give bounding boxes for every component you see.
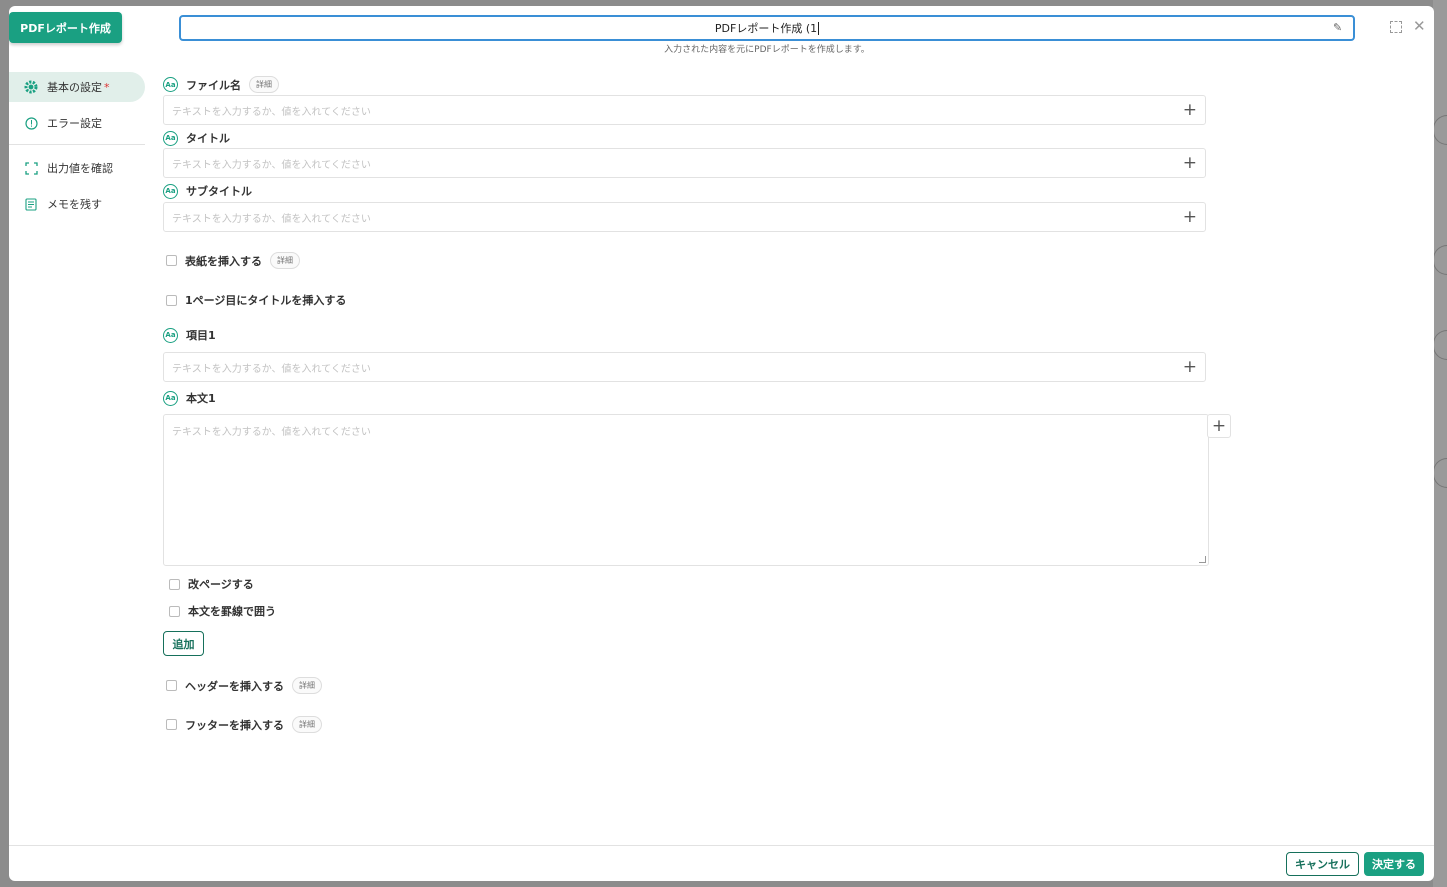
item1-field-label: Aa 項目1: [163, 327, 216, 343]
footer-divider: [9, 845, 1434, 846]
page-break-checkbox[interactable]: [169, 578, 180, 590]
cancel-button[interactable]: キャンセル: [1286, 852, 1359, 876]
input-placeholder: テキストを入力するか、値を入れてください: [172, 363, 371, 375]
insert-header-label: ヘッダーを挿入する: [185, 679, 284, 693]
subtitle-input[interactable]: テキストを入力するか、値を入れてください +: [163, 202, 1206, 232]
detail-chip[interactable]: 詳細: [292, 677, 322, 694]
text-type-icon: Aa: [163, 77, 178, 92]
sidebar-item-label: メモを残す: [47, 198, 102, 211]
file-name-label: ファイル名: [186, 78, 241, 92]
required-mark: *: [104, 80, 110, 94]
insert-title-first-page-option: 1ページ目にタイトルを挿入する: [166, 292, 346, 308]
output-frame-icon: [23, 160, 39, 176]
settings-modal: PDFレポート作成 PDFレポート作成 (1 ✎ 入力された内容を元にPDFレポ…: [9, 6, 1434, 881]
text-type-icon: Aa: [163, 327, 178, 343]
resize-handle-icon[interactable]: [1199, 556, 1206, 563]
node-title-input[interactable]: PDFレポート作成 (1 ✎: [179, 15, 1355, 41]
select-area-icon[interactable]: [1390, 21, 1402, 33]
detail-chip[interactable]: 詳細: [270, 252, 300, 269]
memo-icon: [23, 196, 39, 212]
insert-header-checkbox[interactable]: [166, 680, 177, 691]
body-border-option: 本文を罫線で囲う: [169, 603, 276, 619]
insert-footer-option: フッターを挿入する 詳細: [166, 716, 322, 733]
text-caret: [818, 21, 820, 35]
plus-icon[interactable]: +: [1207, 414, 1231, 438]
plus-icon[interactable]: +: [1183, 359, 1197, 376]
text-type-icon: Aa: [163, 390, 178, 406]
page-break-label: 改ページする: [188, 578, 254, 591]
sidebar-item-check-output[interactable]: 出力値を確認: [9, 153, 149, 183]
sidebar-item-basic-settings[interactable]: 基本の設定 *: [9, 72, 145, 102]
body1-textarea[interactable]: テキストを入力するか、値を入れてください: [163, 414, 1209, 566]
body-border-checkbox[interactable]: [169, 605, 180, 617]
text-type-icon: Aa: [163, 183, 178, 199]
item1-label: 項目1: [186, 329, 216, 342]
plus-icon[interactable]: +: [1183, 209, 1197, 226]
title-input[interactable]: テキストを入力するか、値を入れてください +: [163, 148, 1206, 178]
textarea-placeholder: テキストを入力するか、値を入れてください: [172, 427, 371, 438]
gear-icon: [23, 79, 39, 95]
body1-field-label: Aa 本文1: [163, 390, 216, 406]
add-item-button[interactable]: 追加: [163, 631, 204, 656]
sidebar-divider: [9, 144, 145, 145]
plus-icon[interactable]: +: [1183, 155, 1197, 172]
body1-label: 本文1: [186, 392, 216, 405]
plus-icon[interactable]: +: [1183, 102, 1197, 119]
node-description: 入力された内容を元にPDFレポートを作成します。: [664, 45, 870, 55]
title-label: タイトル: [186, 132, 230, 145]
insert-header-option: ヘッダーを挿入する 詳細: [166, 677, 322, 694]
file-name-input[interactable]: テキストを入力するか、値を入れてください +: [163, 95, 1206, 125]
settings-sidebar: 基本の設定 * エラー設定 出力値を確認 メモを残す: [9, 72, 149, 225]
insert-cover-option: 表紙を挿入する 詳細: [166, 252, 300, 269]
sidebar-item-label: 出力値を確認: [47, 162, 113, 175]
node-badge: PDFレポート作成: [9, 12, 122, 43]
subtitle-label: サブタイトル: [186, 185, 252, 198]
page-break-option: 改ページする: [169, 576, 254, 592]
alert-circle-icon: [23, 115, 39, 131]
node-title-value: PDFレポート作成 (1: [714, 22, 818, 35]
confirm-button[interactable]: 決定する: [1364, 852, 1424, 876]
sidebar-item-memo[interactable]: メモを残す: [9, 189, 149, 219]
sidebar-item-label: 基本の設定: [47, 81, 102, 94]
insert-cover-label: 表紙を挿入する: [185, 254, 262, 268]
input-placeholder: テキストを入力するか、値を入れてください: [172, 213, 371, 225]
input-placeholder: テキストを入力するか、値を入れてください: [172, 159, 371, 171]
sidebar-item-label: エラー設定: [47, 117, 102, 130]
item1-input[interactable]: テキストを入力するか、値を入れてください +: [163, 352, 1206, 382]
insert-title-first-page-label: 1ページ目にタイトルを挿入する: [185, 294, 347, 307]
input-placeholder: テキストを入力するか、値を入れてください: [172, 106, 371, 118]
insert-footer-label: フッターを挿入する: [185, 718, 284, 732]
title-field-label: Aa タイトル: [163, 130, 230, 146]
detail-chip[interactable]: 詳細: [292, 716, 322, 733]
subtitle-field-label: Aa サブタイトル: [163, 183, 252, 199]
pencil-icon[interactable]: ✎: [1333, 22, 1345, 34]
detail-chip[interactable]: 詳細: [249, 76, 279, 93]
insert-title-first-page-checkbox[interactable]: [166, 294, 177, 306]
text-type-icon: Aa: [163, 130, 178, 146]
sidebar-item-error-settings[interactable]: エラー設定: [9, 108, 149, 138]
insert-footer-checkbox[interactable]: [166, 719, 177, 730]
insert-cover-checkbox[interactable]: [166, 255, 177, 266]
body-border-label: 本文を罫線で囲う: [188, 605, 276, 618]
close-icon[interactable]: ✕: [1413, 17, 1426, 35]
file-name-field-label: Aa ファイル名 詳細: [163, 76, 279, 93]
